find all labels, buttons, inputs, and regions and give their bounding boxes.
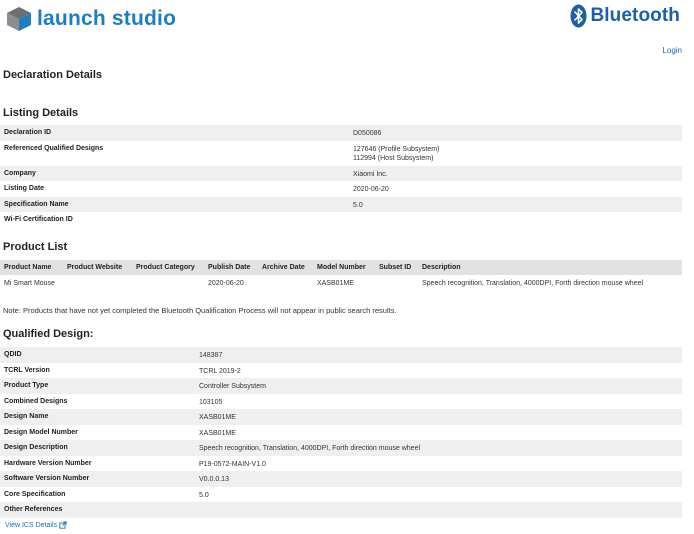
qualified-label: Other References [4,506,63,513]
qualified-design-table: QDID 148387 TCRL Version TCRL 2019-2 Pro… [0,347,682,518]
qualified-row-product-type: Product Type Controller Subsystem [0,378,682,394]
external-link-icon [59,521,67,529]
qualified-value: XASB01ME [199,414,236,421]
listing-value: Xiaomi Inc. [353,170,388,178]
listing-value: 5.0 [353,201,363,209]
qualified-label: Design Description [4,444,68,451]
qualified-value: 5.0 [199,491,209,499]
bluetooth-icon [570,4,587,28]
qualified-row-qdid: QDID 148387 [0,347,682,363]
listing-value: 112994 (Host Subsystem) [353,154,434,162]
qualified-label: Core Specification [4,490,66,498]
listing-value: D050086 [353,130,382,137]
column-header-product-name[interactable]: Product Name [4,264,51,271]
column-header-model-number[interactable]: Model Number [317,264,366,271]
column-header-product-website[interactable]: Product Website [67,264,122,271]
cell-product-name: Mi Smart Mouse [4,280,55,287]
table-row: Mi Smart Mouse 2020-06-20 XASB01ME Speec… [0,275,682,291]
column-header-description[interactable]: Description [422,264,461,271]
qualified-value: 103105 [199,398,223,406]
listing-row-listing-date: Listing Date 2020-06-20 [0,181,682,197]
view-ics-details-link[interactable]: View ICS Details [5,521,67,529]
qualified-row-design-name: Design Name XASB01ME [0,409,682,425]
qualified-row-combined-designs: Combined Designs 103105 [0,394,682,410]
product-list-heading: Product List [3,241,68,253]
qualified-label: Design Name [4,413,49,420]
qualified-row-software-version: Software Version Number V0.0.0.13 [0,471,682,487]
qualified-design-heading: Qualified Design: [3,328,94,340]
product-list-header-row: Product Name Product Website Product Cat… [0,260,682,275]
qualified-row-design-model-number: Design Model Number XASB01ME [0,425,682,441]
listing-row-referenced-designs: Referenced Qualified Designs 127646 (Pro… [0,141,682,166]
qualified-label: Software Version Number [4,475,90,482]
listing-label: Listing Date [4,185,45,192]
qualified-row-tcrl-version: TCRL Version TCRL 2019-2 [0,363,682,379]
login-link[interactable]: Login [662,46,682,55]
qualified-label: Hardware Version Number [4,459,92,467]
listing-value: 127646 (Profile Subsystem) [353,145,440,153]
listing-label: Company [4,169,36,177]
cell-model-number: XASB01ME [317,280,354,287]
listing-label: Wi-Fi Certification ID [4,216,73,223]
launch-studio-wordmark: launch studio [37,7,177,30]
bluetooth-wordmark: Bluetooth [590,5,680,26]
bluetooth-logo[interactable]: Bluetooth [570,4,680,28]
launch-studio-cube-icon [7,7,31,31]
header: launch studio Bluetooth [0,0,694,42]
qualified-label: Combined Designs [4,397,68,405]
qualified-label: Design Model Number [4,428,78,436]
listing-details-table: Declaration ID D050086 Referenced Qualif… [0,125,682,228]
qualified-value: 148387 [199,352,223,359]
listing-label: Declaration ID [4,129,52,136]
column-header-archive-date[interactable]: Archive Date [262,264,305,271]
qualified-value: TCRL 2019-2 [199,367,241,375]
listing-label: Specification Name [4,200,69,208]
page-title: Declaration Details [3,69,103,81]
listing-label: Referenced Qualified Designs [4,144,104,152]
listing-row-declaration-id: Declaration ID D050086 [0,125,682,141]
qualified-label: QDID [4,351,22,358]
qualified-row-design-description: Design Description Speech recognition, T… [0,440,682,456]
listing-details-heading: Listing Details [3,107,79,119]
listing-row-company: Company Xiaomi Inc. [0,165,682,181]
qualified-label: TCRL Version [4,366,50,374]
qualified-row-hardware-version: Hardware Version Number P19-0572-MAIN-V1… [0,456,682,472]
qualified-label: Product Type [4,382,49,389]
product-list-table: Product Name Product Website Product Cat… [0,260,682,291]
listing-row-specification-name: Specification Name 5.0 [0,196,682,212]
launch-studio-logo[interactable]: launch studio [6,6,176,32]
listing-row-wifi-certification: Wi-Fi Certification ID [0,212,682,228]
qualified-value: P19-0572-MAIN-V1.0 [199,460,266,468]
qualified-row-core-specification: Core Specification 5.0 [0,487,682,503]
listing-value-group: 127646 (Profile Subsystem) 112994 (Host … [353,145,439,163]
qualified-value: XASB01ME [199,429,236,437]
cell-description: Speech recognition, Translation, 4000DPI… [422,280,644,287]
listing-value: 2020-06-20 [353,186,389,193]
column-header-product-category[interactable]: Product Category [136,264,195,271]
product-list-note: Note: Products that have not yet complet… [3,306,397,315]
qualified-value: V0.0.0.13 [199,476,229,483]
column-header-subset-id[interactable]: Subset ID [379,264,411,271]
cell-publish-date: 2020-06-20 [208,280,244,287]
column-header-publish-date[interactable]: Publish Date [208,264,250,271]
qualified-value: Speech recognition, Translation, 4000DPI… [199,445,421,452]
qualified-row-other-references: Other References [0,502,682,518]
qualified-value: Controller Subsystem [199,383,266,390]
view-ics-details-label: View ICS Details [5,521,58,529]
